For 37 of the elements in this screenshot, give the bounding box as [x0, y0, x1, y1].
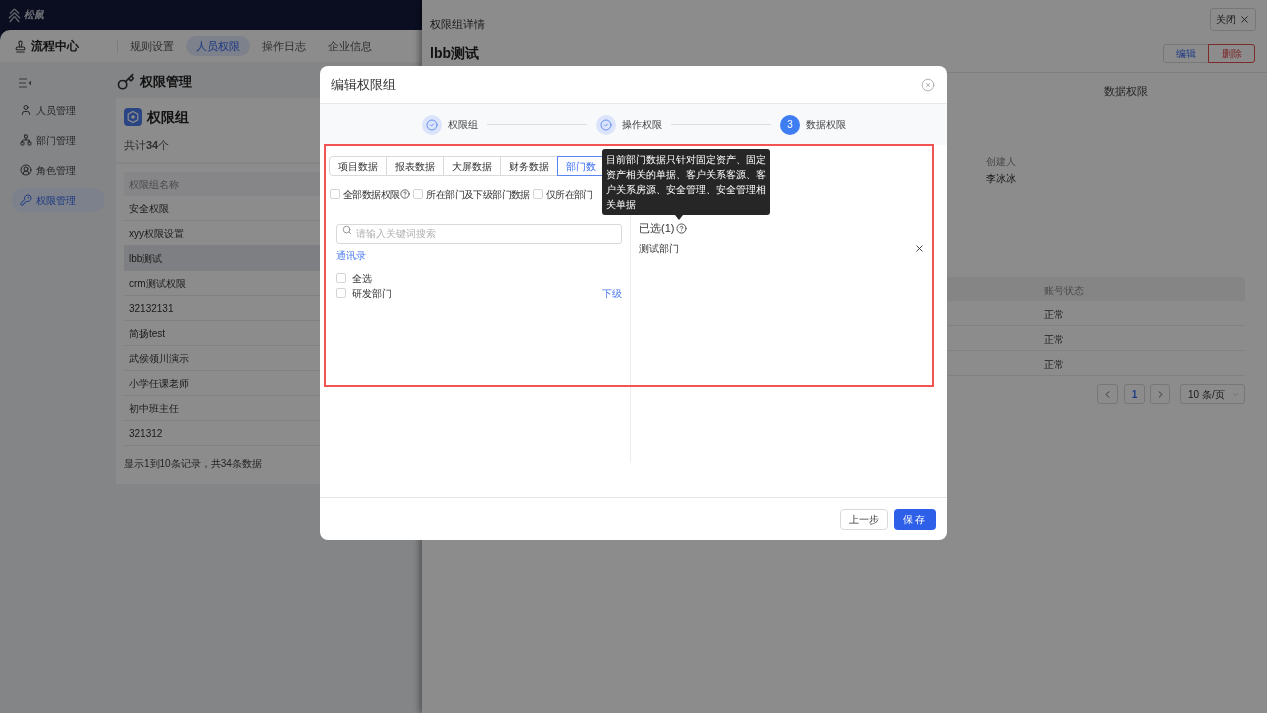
card-title: 权限组 — [147, 107, 189, 127]
sidebar-item-label: 角色管理 — [36, 163, 76, 178]
table-cell-text: 小学任课老师 — [129, 376, 189, 391]
table-cell: 正常 — [1044, 359, 1064, 370]
selected-item: 测试部门 — [639, 241, 679, 256]
selected-title: 已选(1) — [639, 220, 675, 236]
checkbox-label: 全选 — [352, 271, 372, 286]
table-cell-text: 简扬test — [129, 326, 166, 341]
table-cell-text: 321312 — [129, 426, 163, 441]
table-cell-text: crm测试权限 — [129, 276, 186, 291]
sidebar-item-label: 部门管理 — [36, 133, 76, 148]
table-cell-text: lbb测试 — [129, 251, 163, 266]
table-cell: 正常 — [1044, 309, 1064, 320]
sidebar-item-label: 人员管理 — [36, 103, 76, 118]
page-title: 权限管理 — [140, 73, 192, 92]
group-name: lbb测试 — [430, 44, 479, 63]
table-cell-text: 初中班主任 — [129, 401, 179, 416]
checkbox-label: 仅所在部门 — [545, 187, 593, 202]
step-label: 权限组 — [448, 118, 478, 132]
step-label: 操作权限 — [622, 118, 662, 132]
app-title: 流程中心 — [31, 38, 79, 55]
table-footer: 显示1到10条记录，共34条数据 — [124, 457, 262, 471]
tooltip: 目前部门数据只针对固定资产、固定资产相关的单据、客户关系客源、客户关系房源、安全管理、安全管理相关单据 — [602, 149, 770, 215]
table-cell-text: xyy权限设置 — [129, 226, 184, 241]
drawer-title: 权限组详情 — [430, 17, 485, 31]
table-cell: 正常 — [1044, 334, 1064, 345]
step-number: 3 — [780, 114, 800, 135]
table-cell-text: 安全权限 — [129, 201, 169, 216]
dialog-title: 编辑权限组 — [331, 75, 396, 94]
checkbox-label: 所在部门及下级部门数据 — [426, 187, 530, 202]
table-cell-text: 武侯领川演示 — [129, 351, 189, 366]
group-count: 共计34个 — [124, 138, 170, 152]
field-value: 李冰冰 — [985, 173, 1016, 185]
logo-text: 松鼠 — [24, 9, 44, 21]
sidebar-item-label: 权限管理 — [36, 193, 76, 208]
step-label: 数据权限 — [806, 118, 846, 132]
table-cell-text: 32132131 — [129, 301, 174, 316]
